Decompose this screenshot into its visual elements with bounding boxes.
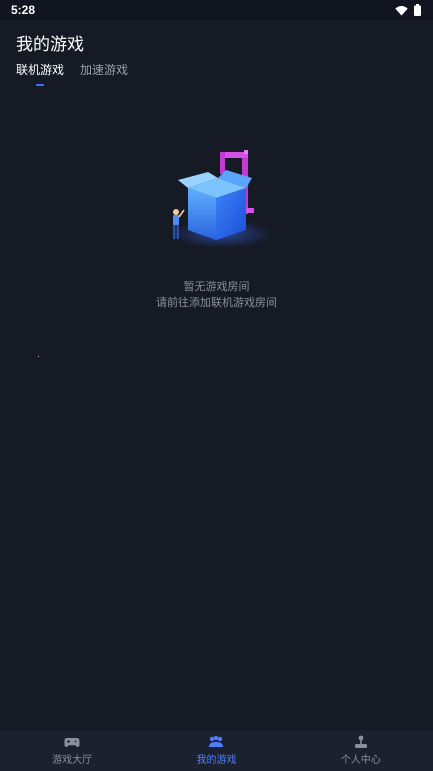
joystick-icon	[354, 735, 367, 748]
tab-active-indicator	[36, 84, 44, 86]
wifi-icon	[395, 5, 408, 15]
nav-label: 个人中心	[340, 755, 381, 766]
speck	[38, 356, 39, 357]
my-games-icon	[209, 735, 224, 747]
empty-state-title: 暂无游戏房间	[183, 280, 250, 293]
nav-label: 我的游戏	[196, 755, 237, 766]
nav-personal-center[interactable]: 个人中心	[289, 730, 433, 771]
tab-online-games[interactable]: 联机游戏	[16, 61, 64, 86]
tab-label: 加速游戏	[80, 63, 129, 77]
empty-box-illustration	[172, 150, 272, 248]
tab-bar: 联机游戏 加速游戏	[16, 61, 128, 86]
battery-icon	[414, 4, 421, 16]
bottom-nav: 游戏大厅 我的游戏 个人中心	[0, 730, 433, 771]
tab-accelerated-games[interactable]: 加速游戏	[80, 61, 128, 86]
empty-state-subtitle: 请前往添加联机游戏房间	[156, 296, 277, 309]
nav-label: 游戏大厅	[52, 755, 93, 766]
status-time: 5:28	[11, 3, 36, 17]
status-icons	[395, 3, 421, 17]
status-bar: 5:28	[0, 0, 433, 20]
gamepad-icon	[64, 738, 80, 747]
nav-my-games[interactable]: 我的游戏	[144, 730, 288, 771]
page-title: 我的游戏	[16, 35, 84, 55]
nav-game-lobby[interactable]: 游戏大厅	[0, 730, 144, 771]
tab-label: 联机游戏	[16, 63, 65, 77]
